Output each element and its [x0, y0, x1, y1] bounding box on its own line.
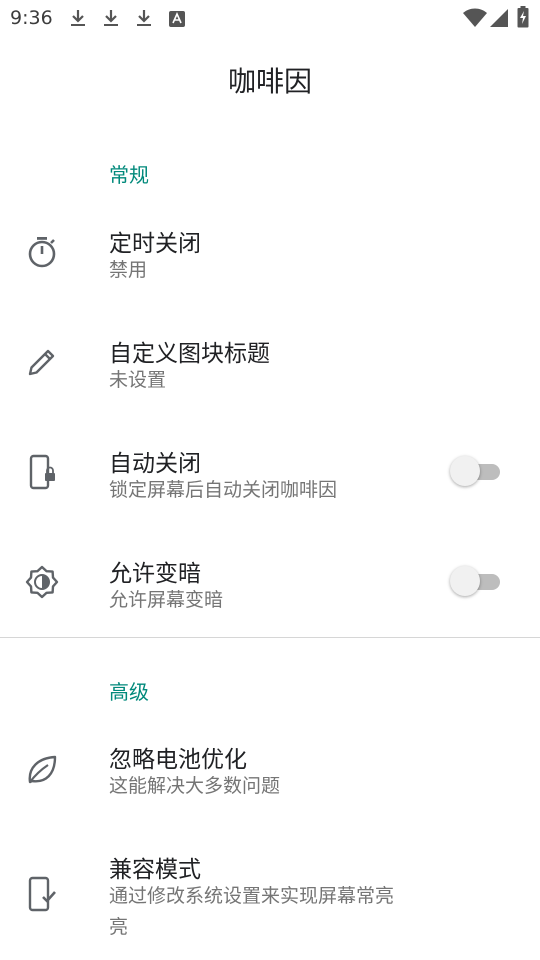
setting-timer-summary: 禁用: [109, 259, 148, 281]
setting-battery-optimization-title: 忽略电池优化: [109, 747, 247, 773]
status-time: 9:36: [10, 7, 53, 29]
toggle-thumb: [450, 566, 480, 596]
section-divider: [0, 637, 540, 638]
phone-check-icon: [24, 876, 60, 912]
download-icon: [101, 8, 121, 32]
setting-compat-mode[interactable]: 兼容模式 通过修改系统设置来实现屏幕常亮 亮: [0, 826, 540, 960]
app-bar: 咖啡因: [0, 36, 540, 120]
setting-battery-optimization[interactable]: 忽略电池优化 这能解决大多数问题: [0, 716, 540, 826]
status-bar: 9:36: [0, 0, 540, 36]
setting-auto-off-summary: 锁定屏幕后自动关闭咖啡因: [109, 479, 338, 501]
section-header-general: 常规: [109, 163, 149, 187]
setting-timer[interactable]: 定时关闭 禁用: [0, 200, 540, 310]
leaf-icon: [24, 752, 60, 788]
setting-auto-off-title: 自动关闭: [109, 451, 201, 477]
setting-compat-mode-title: 兼容模式: [109, 857, 201, 883]
setting-allow-dim[interactable]: 允许变暗 允许屏幕变暗: [0, 530, 540, 640]
setting-allow-dim-summary: 允许屏幕变暗: [109, 589, 224, 611]
app-title: 咖啡因: [227, 65, 312, 98]
section-header-advanced: 高级: [109, 680, 149, 704]
wifi-icon: [463, 8, 487, 32]
toggle-thumb: [450, 456, 480, 486]
battery-charging-icon: [517, 6, 529, 32]
brightness-icon: [24, 564, 60, 600]
allow-dim-toggle[interactable]: [450, 563, 502, 599]
setting-compat-mode-summary-line1: 通过修改系统设置来实现屏幕常亮: [109, 885, 395, 907]
pencil-icon: [24, 344, 60, 380]
auto-off-toggle[interactable]: [450, 453, 502, 489]
setting-allow-dim-title: 允许变暗: [109, 561, 201, 587]
phone-lock-icon: [24, 454, 60, 490]
download-icon: [134, 8, 154, 32]
setting-auto-off[interactable]: 自动关闭 锁定屏幕后自动关闭咖啡因: [0, 420, 540, 530]
download-icon: [68, 8, 88, 32]
font-app-icon: [168, 10, 186, 32]
setting-tile-title-summary: 未设置: [109, 369, 167, 391]
setting-compat-mode-summary-line2: 亮: [109, 916, 129, 938]
timer-icon: [24, 234, 60, 270]
setting-tile-title-title: 自定义图块标题: [109, 341, 270, 367]
cell-signal-icon: [489, 8, 509, 32]
setting-battery-optimization-summary: 这能解决大多数问题: [109, 775, 281, 797]
setting-timer-title: 定时关闭: [109, 231, 201, 257]
setting-tile-title[interactable]: 自定义图块标题 未设置: [0, 310, 540, 420]
